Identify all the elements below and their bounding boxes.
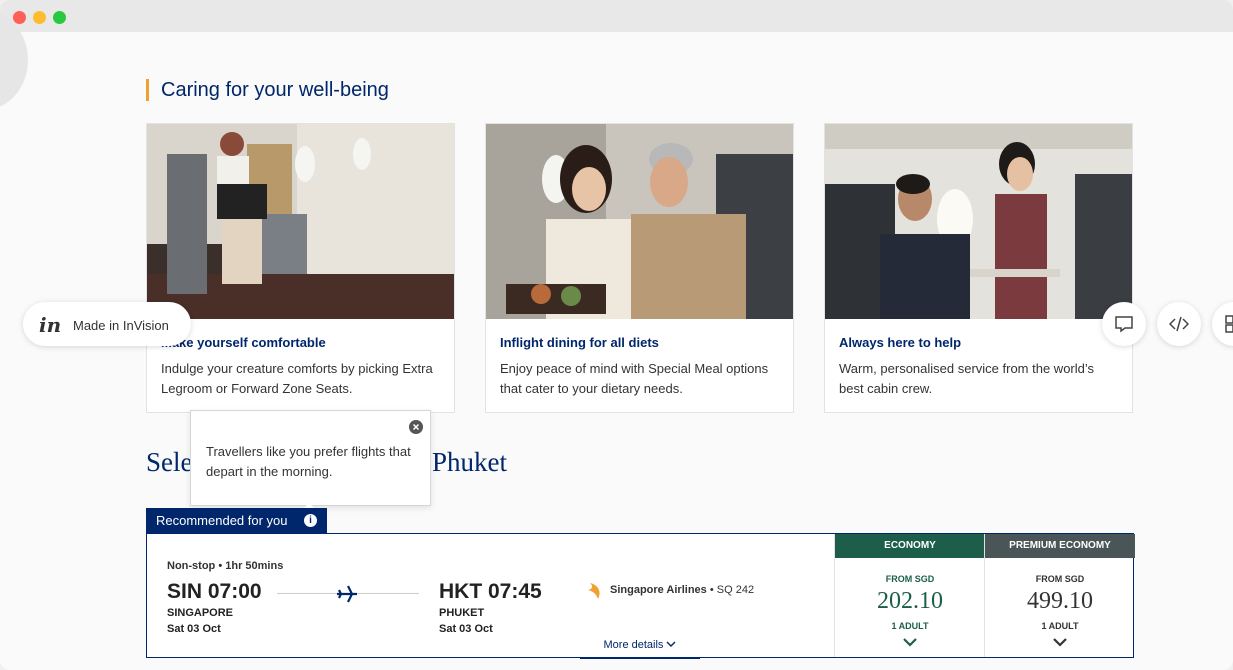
invision-logo-icon: in (39, 313, 62, 337)
airline-info: Singapore Airlines • SQ 242 (610, 584, 754, 596)
recommended-label: Recommended for you (156, 513, 288, 528)
select-flight-heading-end: Phuket (432, 447, 508, 477)
recommendation-tooltip: Travellers like you prefer flights that … (190, 410, 431, 518)
fare-passengers: 1 ADULT (891, 621, 929, 631)
fare-from-label: FROM SGD (1035, 574, 1085, 584)
airplane-icon (337, 585, 357, 603)
more-details-label: More details (603, 639, 664, 651)
browser-window: Caring for your well-being Make yourself… (0, 0, 1233, 670)
minimize-window-button[interactable] (33, 11, 46, 24)
section-title: Caring for your well-being (146, 79, 389, 101)
tooltip-text: Travellers like you prefer flights that … (206, 444, 411, 479)
close-window-button[interactable] (13, 11, 26, 24)
card-description: Enjoy peace of mind with Special Meal op… (500, 361, 769, 396)
singapore-airlines-logo-icon (588, 583, 600, 599)
card-title: Always here to help (839, 335, 962, 350)
card-photo-dining (486, 124, 793, 319)
flight-duration: Non-stop • 1hr 50mins (167, 560, 284, 572)
departure-city: SINGAPORE (167, 607, 234, 619)
card-description: Warm, personalised service from the worl… (839, 361, 1095, 396)
airline-name: Singapore Airlines (610, 584, 707, 596)
comment-button[interactable] (1102, 302, 1146, 346)
select-flight-heading: Sele (146, 447, 193, 477)
fare-premium-economy[interactable]: PREMIUM ECONOMY FROM SGD 499.10 1 ADULT (984, 534, 1135, 657)
departure-time: SIN 07:00 (167, 580, 262, 603)
fare-passengers: 1 ADULT (1041, 621, 1079, 631)
code-button[interactable] (1157, 302, 1201, 346)
arrival-time: HKT 07:45 (439, 580, 542, 603)
recommended-tab: Recommended for you i (146, 508, 327, 533)
made-in-invision-badge[interactable]: in Made in InVision (23, 302, 191, 346)
info-icon[interactable]: i (304, 514, 317, 527)
more-details-link[interactable]: More details (580, 639, 700, 659)
fare-price: 499.10 (1027, 588, 1093, 614)
fare-cabin: PREMIUM ECONOMY (985, 534, 1135, 558)
flight-number: • SQ 242 (706, 584, 755, 596)
fare-from-label: FROM SGD (885, 574, 935, 584)
maximize-window-button[interactable] (53, 11, 66, 24)
card-photo-seat (147, 124, 454, 319)
departure-date: Sat 03 Oct (167, 623, 221, 635)
card-help[interactable]: Always here to help Warm, personalised s… (824, 123, 1133, 413)
flight-result-card[interactable]: Non-stop • 1hr 50mins SIN 07:00 SINGAPOR… (146, 533, 1135, 659)
card-description: Indulge your creature comforts by pickin… (161, 361, 433, 396)
comment-icon (1115, 316, 1133, 333)
code-icon (1169, 316, 1189, 332)
tooltip-close-icon[interactable] (409, 420, 423, 434)
card-dining[interactable]: Inflight dining for all diets Enjoy peac… (485, 123, 794, 413)
arrival-city: PHUKET (439, 607, 485, 619)
chevron-down-icon[interactable] (1053, 637, 1067, 647)
title-bar (0, 0, 1233, 32)
chevron-down-icon[interactable] (903, 637, 917, 647)
card-photo-crew (825, 124, 1132, 319)
arrival-date: Sat 03 Oct (439, 623, 493, 635)
fare-price: 202.10 (877, 588, 943, 614)
invision-label: Made in InVision (73, 318, 169, 333)
grid-button[interactable] (1212, 302, 1233, 346)
fare-economy[interactable]: ECONOMY FROM SGD 202.10 1 ADULT (834, 534, 985, 657)
chevron-down-icon (666, 641, 676, 647)
card-comfortable[interactable]: Make yourself comfortable Indulge your c… (146, 123, 455, 413)
fare-cabin: ECONOMY (835, 534, 985, 558)
card-title: Inflight dining for all diets (500, 335, 659, 350)
grid-icon (1225, 315, 1233, 333)
